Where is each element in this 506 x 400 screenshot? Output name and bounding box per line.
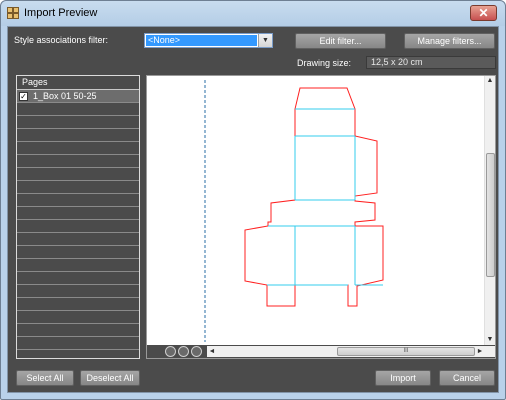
dialog-body: Style associations filter: <None> ▼ Edit…: [7, 26, 499, 393]
drawing-canvas[interactable]: [147, 76, 485, 345]
close-button[interactable]: ✕: [470, 5, 497, 21]
fold-lines: [267, 108, 383, 286]
page-row-empty: [17, 233, 139, 246]
style-filter-value: <None>: [146, 35, 257, 46]
page-row-empty: [17, 246, 139, 259]
chevron-down-icon[interactable]: ▼: [258, 34, 272, 47]
scroll-right-icon[interactable]: ►: [475, 346, 485, 357]
style-filter-label: Style associations filter:: [14, 35, 109, 45]
zoom-fit-icon[interactable]: [165, 346, 176, 357]
title-bar: Import Preview ✕: [1, 1, 505, 26]
page-row-empty: [17, 337, 139, 350]
deselect-all-button[interactable]: Deselect All: [80, 370, 140, 386]
page-row-empty: [17, 129, 139, 142]
import-button[interactable]: Import: [375, 370, 431, 386]
scroll-corner: [485, 346, 495, 357]
page-row-empty: [17, 142, 139, 155]
select-all-button[interactable]: Select All: [16, 370, 74, 386]
page-row-empty: [17, 311, 139, 324]
app-icon: [7, 7, 19, 19]
drawing-size-label: Drawing size:: [297, 58, 352, 68]
page-name: 1_Box 01 50-25: [33, 91, 97, 101]
page-row-empty: [17, 298, 139, 311]
vertical-scroll-thumb[interactable]: [486, 153, 495, 277]
page-row-empty: [17, 220, 139, 233]
page-row-empty: [17, 181, 139, 194]
scroll-left-icon[interactable]: ◄: [207, 346, 217, 357]
import-preview-dialog: Import Preview ✕ Style associations filt…: [0, 0, 506, 400]
preview-toolbar: ◄ III ►: [147, 345, 495, 358]
page-row-empty: [17, 324, 139, 337]
edit-filter-button[interactable]: Edit filter...: [295, 33, 386, 49]
horizontal-scroll-thumb[interactable]: III: [337, 347, 475, 356]
zoom-out-icon[interactable]: [191, 346, 202, 357]
page-row-empty: [17, 285, 139, 298]
horizontal-scrollbar[interactable]: ◄ III ►: [207, 346, 485, 357]
vertical-scrollbar[interactable]: ▲ ▼: [484, 76, 495, 345]
page-row-empty: [17, 207, 139, 220]
page-row-empty: [17, 272, 139, 285]
page-row[interactable]: ✓ 1_Box 01 50-25: [17, 90, 139, 103]
page-row-empty: [17, 103, 139, 116]
cancel-button[interactable]: Cancel: [439, 370, 495, 386]
style-filter-combobox[interactable]: <None> ▼: [144, 33, 273, 48]
drawing-size-field: 12,5 x 20 cm: [366, 56, 496, 69]
close-icon: ✕: [478, 6, 489, 20]
page-checkbox[interactable]: ✓: [19, 92, 28, 101]
die-cut-outline: [244, 87, 384, 307]
pages-rows: ✓ 1_Box 01 50-25: [17, 90, 139, 350]
preview-panel: ▲ ▼ ◄ III ►: [146, 75, 496, 359]
pages-column-header: Pages: [17, 76, 139, 90]
page-row-empty: [17, 259, 139, 272]
scroll-up-icon[interactable]: ▲: [485, 76, 495, 86]
zoom-in-icon[interactable]: [178, 346, 189, 357]
window-title: Import Preview: [24, 7, 98, 19]
manage-filters-button[interactable]: Manage filters...: [404, 33, 495, 49]
page-row-empty: [17, 155, 139, 168]
pages-list: Pages ✓ 1_Box 01 50-25: [16, 75, 140, 359]
page-row-empty: [17, 116, 139, 129]
page-row-empty: [17, 194, 139, 207]
page-row-empty: [17, 168, 139, 181]
scroll-down-icon[interactable]: ▼: [485, 335, 495, 345]
